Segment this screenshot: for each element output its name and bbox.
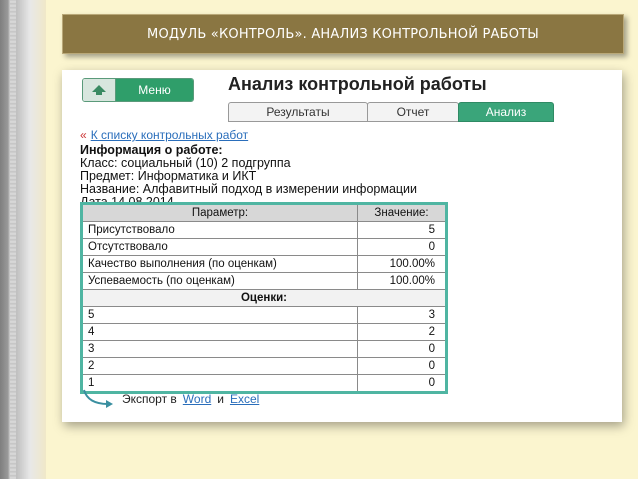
menu-button[interactable]: Меню [82, 78, 194, 102]
grade-cell: 2 [81, 357, 358, 375]
value-cell: 5 [357, 221, 447, 239]
decorative-side-bar [0, 0, 46, 479]
page-heading: Анализ контрольной работы [228, 74, 487, 94]
export-and: и [217, 392, 224, 406]
param-cell: Успеваемость (по оценкам) [81, 272, 358, 290]
table-header-row: Параметр: Значение: [81, 203, 447, 222]
column-header-value: Значение: [357, 203, 447, 222]
grade-count-cell: 3 [357, 306, 447, 324]
column-header-parameter: Параметр: [81, 203, 358, 222]
grade-count-cell: 0 [357, 340, 447, 358]
tab-analysis[interactable]: Анализ [458, 102, 554, 122]
export-prefix: Экспорт в [122, 392, 177, 406]
export-word-link[interactable]: Word [183, 392, 211, 406]
menu-button-label: Меню [116, 79, 193, 101]
app-screenshot-panel: Меню Анализ контрольной работы Результат… [62, 70, 622, 422]
back-arrow-icon: « [80, 128, 87, 142]
param-cell: Качество выполнения (по оценкам) [81, 255, 358, 273]
param-cell: Отсутствовало [81, 238, 358, 256]
table-row: 4 2 [81, 323, 447, 341]
slide-title-banner: МОДУЛЬ «КОНТРОЛЬ». АНАЛИЗ КОНТРОЛЬНОЙ РА… [62, 14, 624, 54]
grade-cell: 4 [81, 323, 358, 341]
grades-heading: Оценки: [81, 289, 447, 307]
tab-report[interactable]: Отчет [367, 102, 459, 122]
back-to-list-link[interactable]: «К списку контрольных работ [80, 128, 248, 142]
grade-count-cell: 2 [357, 323, 447, 341]
curved-arrow-icon [83, 389, 113, 408]
table-row: 5 3 [81, 306, 447, 324]
table-row: Отсутствовало 0 [81, 238, 447, 256]
grade-cell: 3 [81, 340, 358, 358]
up-arrow-icon [83, 79, 116, 101]
side-bar-stripe [10, 0, 16, 479]
tab-bar: Результаты Отчет Анализ [228, 102, 554, 122]
grade-count-cell: 0 [357, 374, 447, 393]
analysis-table: Параметр: Значение: Присутствовало 5 Отс… [80, 202, 448, 394]
export-bar: Экспорт в Word и Excel [82, 388, 259, 410]
value-cell: 0 [357, 238, 447, 256]
table-row: Присутствовало 5 [81, 221, 447, 239]
tab-results[interactable]: Результаты [228, 102, 368, 122]
grade-cell: 5 [81, 306, 358, 324]
back-link-text: К списку контрольных работ [90, 128, 249, 142]
param-cell: Присутствовало [81, 221, 358, 239]
grade-count-cell: 0 [357, 357, 447, 375]
table-row: Успеваемость (по оценкам) 100.00% [81, 272, 447, 290]
table-row: 2 0 [81, 357, 447, 375]
table-row: 3 0 [81, 340, 447, 358]
work-info: Информация о работе: Класс: социальный (… [80, 144, 417, 209]
value-cell: 100.00% [357, 255, 447, 273]
export-excel-link[interactable]: Excel [230, 392, 259, 406]
table-row: Качество выполнения (по оценкам) 100.00% [81, 255, 447, 273]
value-cell: 100.00% [357, 272, 447, 290]
grades-subheader-row: Оценки: [81, 289, 447, 307]
slide-title: МОДУЛЬ «КОНТРОЛЬ». АНАЛИЗ КОНТРОЛЬНОЙ РА… [147, 26, 539, 42]
